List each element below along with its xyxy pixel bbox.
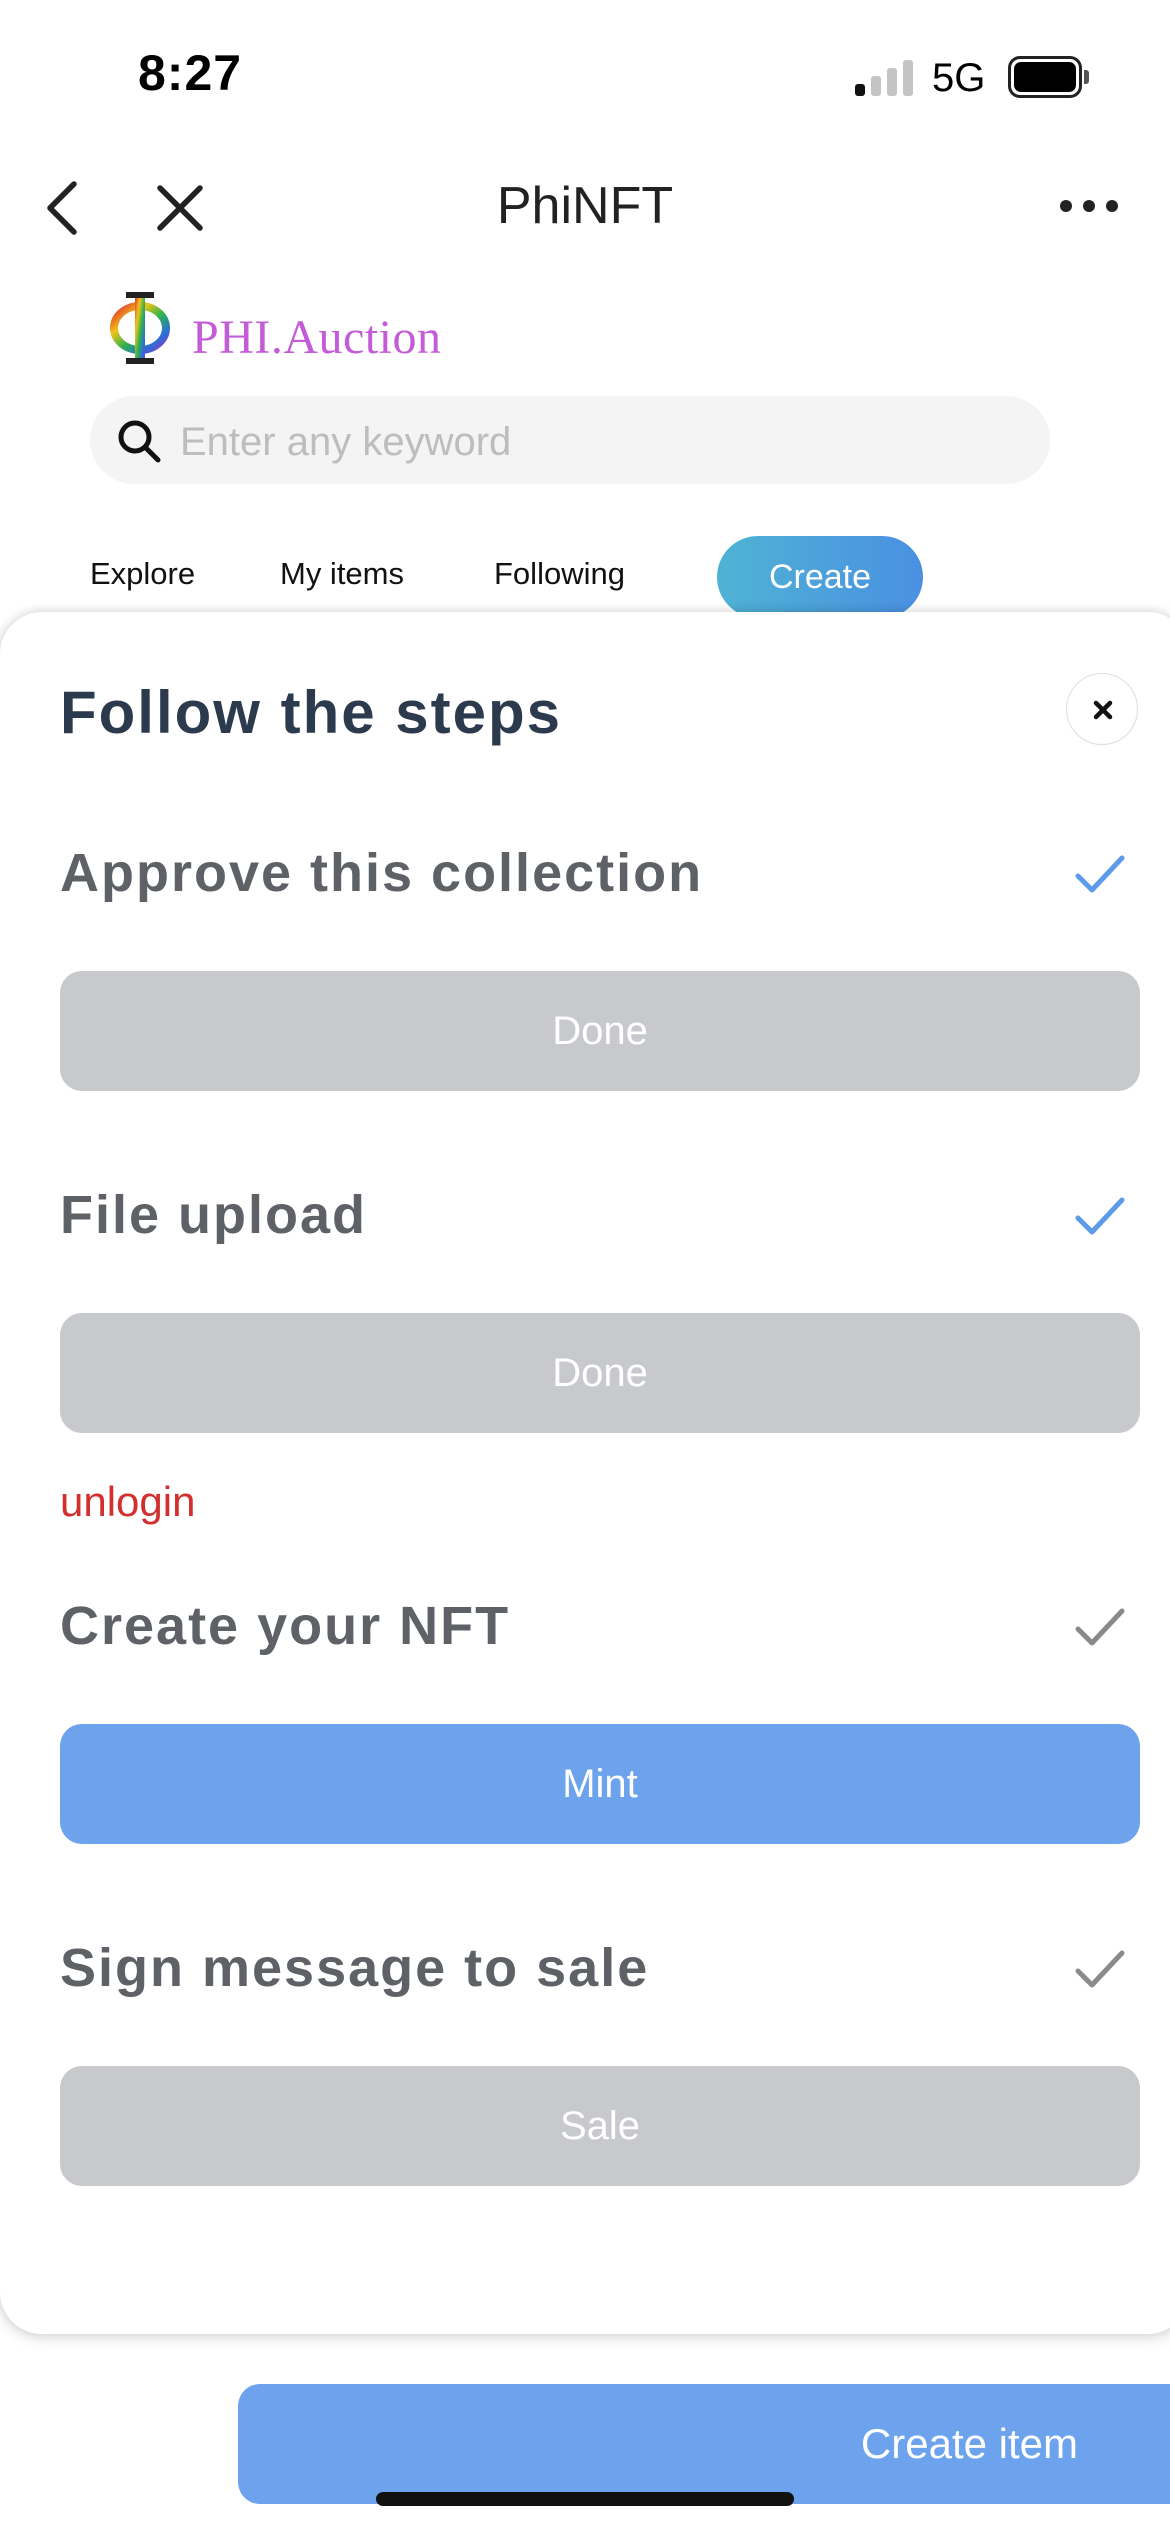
signal-icon [855,60,915,96]
create-item-button[interactable]: Create item [238,2384,1170,2504]
search-icon [116,418,162,464]
upload-done-button[interactable]: Done [60,1313,1140,1433]
tab-my-items[interactable]: My items [280,556,404,592]
step-2-check-icon [1072,1194,1128,1238]
home-indicator [376,2492,794,2506]
brand-logo-text: PHI.Auction [192,311,442,364]
close-icon [1093,700,1113,720]
sale-button[interactable]: Sale [60,2066,1140,2186]
tab-explore[interactable]: Explore [90,556,195,592]
step-1-check-icon [1072,852,1128,896]
status-time: 8:27 [138,45,243,101]
step-4-check-icon [1072,1947,1128,1991]
phi-logo-icon [104,288,176,368]
more-horizontal-icon [1060,200,1118,212]
step-3-check-icon [1072,1605,1128,1649]
search-input[interactable] [180,410,1020,474]
mint-button[interactable]: Mint [60,1724,1140,1844]
approve-done-button[interactable]: Done [60,971,1140,1091]
error-message: unlogin [60,1478,196,1525]
network-label: 5G [932,56,986,100]
tab-create[interactable]: Create [717,536,923,618]
modal-close-button[interactable] [1066,673,1138,745]
page-title: PhiNFT [496,177,674,235]
step-label-sign-message: Sign message to sale [60,1938,650,1998]
modal-title: Follow the steps [60,679,563,746]
more-button[interactable] [1058,196,1120,216]
step-label-approve-collection: Approve this collection [60,843,704,903]
step-label-create-nft: Create your NFT [60,1596,511,1656]
step-label-file-upload: File upload [60,1185,368,1245]
battery-icon [1008,56,1089,98]
tab-following[interactable]: Following [494,556,625,592]
